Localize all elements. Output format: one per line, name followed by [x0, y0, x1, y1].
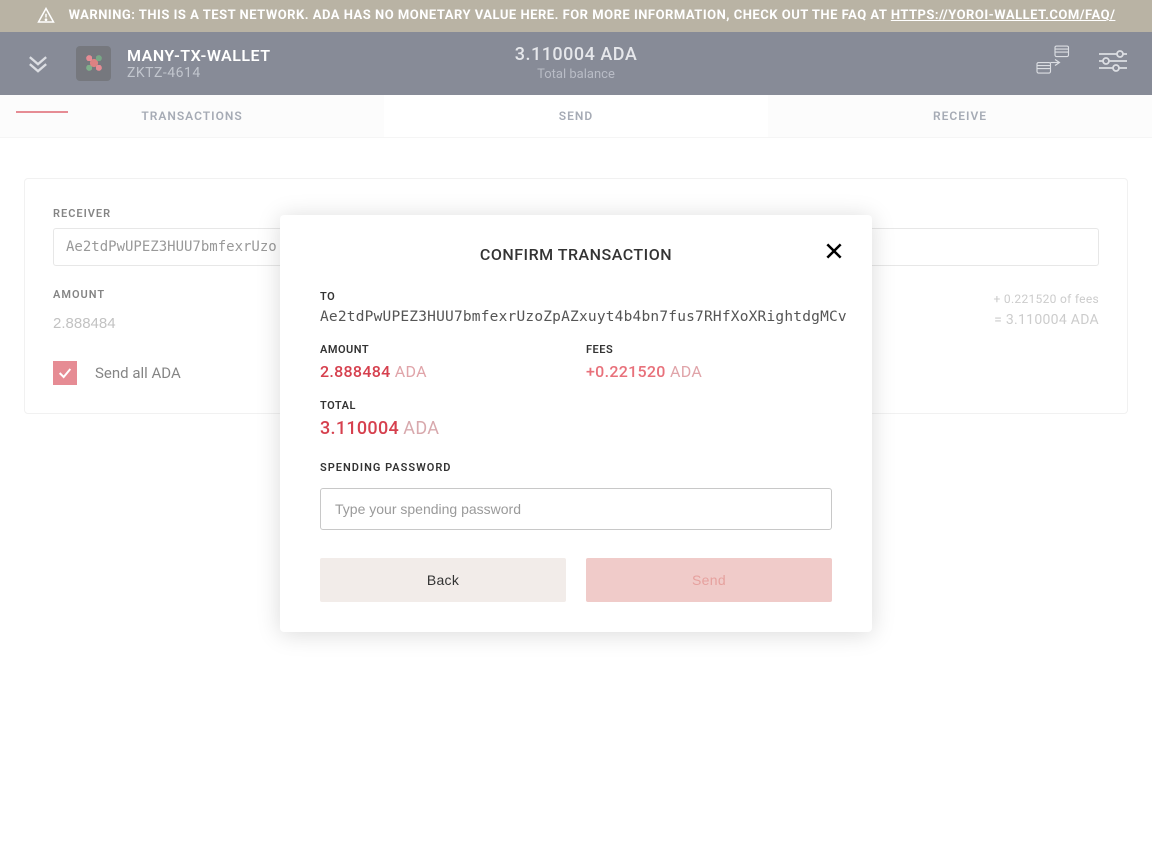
- back-button[interactable]: Back: [320, 558, 566, 602]
- modal-overlay: CONFIRM TRANSACTION TO Ae2tdPwUPEZ3HUU7b…: [0, 0, 1152, 847]
- modal-title: CONFIRM TRANSACTION: [310, 245, 842, 264]
- spending-password-label: SPENDING PASSWORD: [320, 461, 832, 474]
- modal-to-address: Ae2tdPwUPEZ3HUU7bmfexrUzoZpAZxuyt4b4bn7f…: [320, 309, 832, 325]
- modal-amount-value: 2.888484: [320, 362, 391, 381]
- modal-amount-label: AMOUNT: [320, 343, 566, 356]
- confirm-transaction-modal: CONFIRM TRANSACTION TO Ae2tdPwUPEZ3HUU7b…: [280, 215, 872, 632]
- modal-total-value: 3.110004: [320, 418, 399, 439]
- modal-total-currency: ADA: [403, 418, 439, 439]
- modal-fees-label: FEES: [586, 343, 832, 356]
- close-icon: [824, 241, 844, 261]
- close-button[interactable]: [824, 241, 844, 265]
- modal-fees-value: +0.221520: [586, 362, 666, 381]
- send-button[interactable]: Send: [586, 558, 832, 602]
- modal-to-label: TO: [320, 290, 832, 303]
- modal-amount-currency: ADA: [395, 362, 427, 381]
- modal-fees-currency: ADA: [670, 362, 702, 381]
- spending-password-input[interactable]: [320, 488, 832, 530]
- modal-total-label: TOTAL: [320, 399, 832, 412]
